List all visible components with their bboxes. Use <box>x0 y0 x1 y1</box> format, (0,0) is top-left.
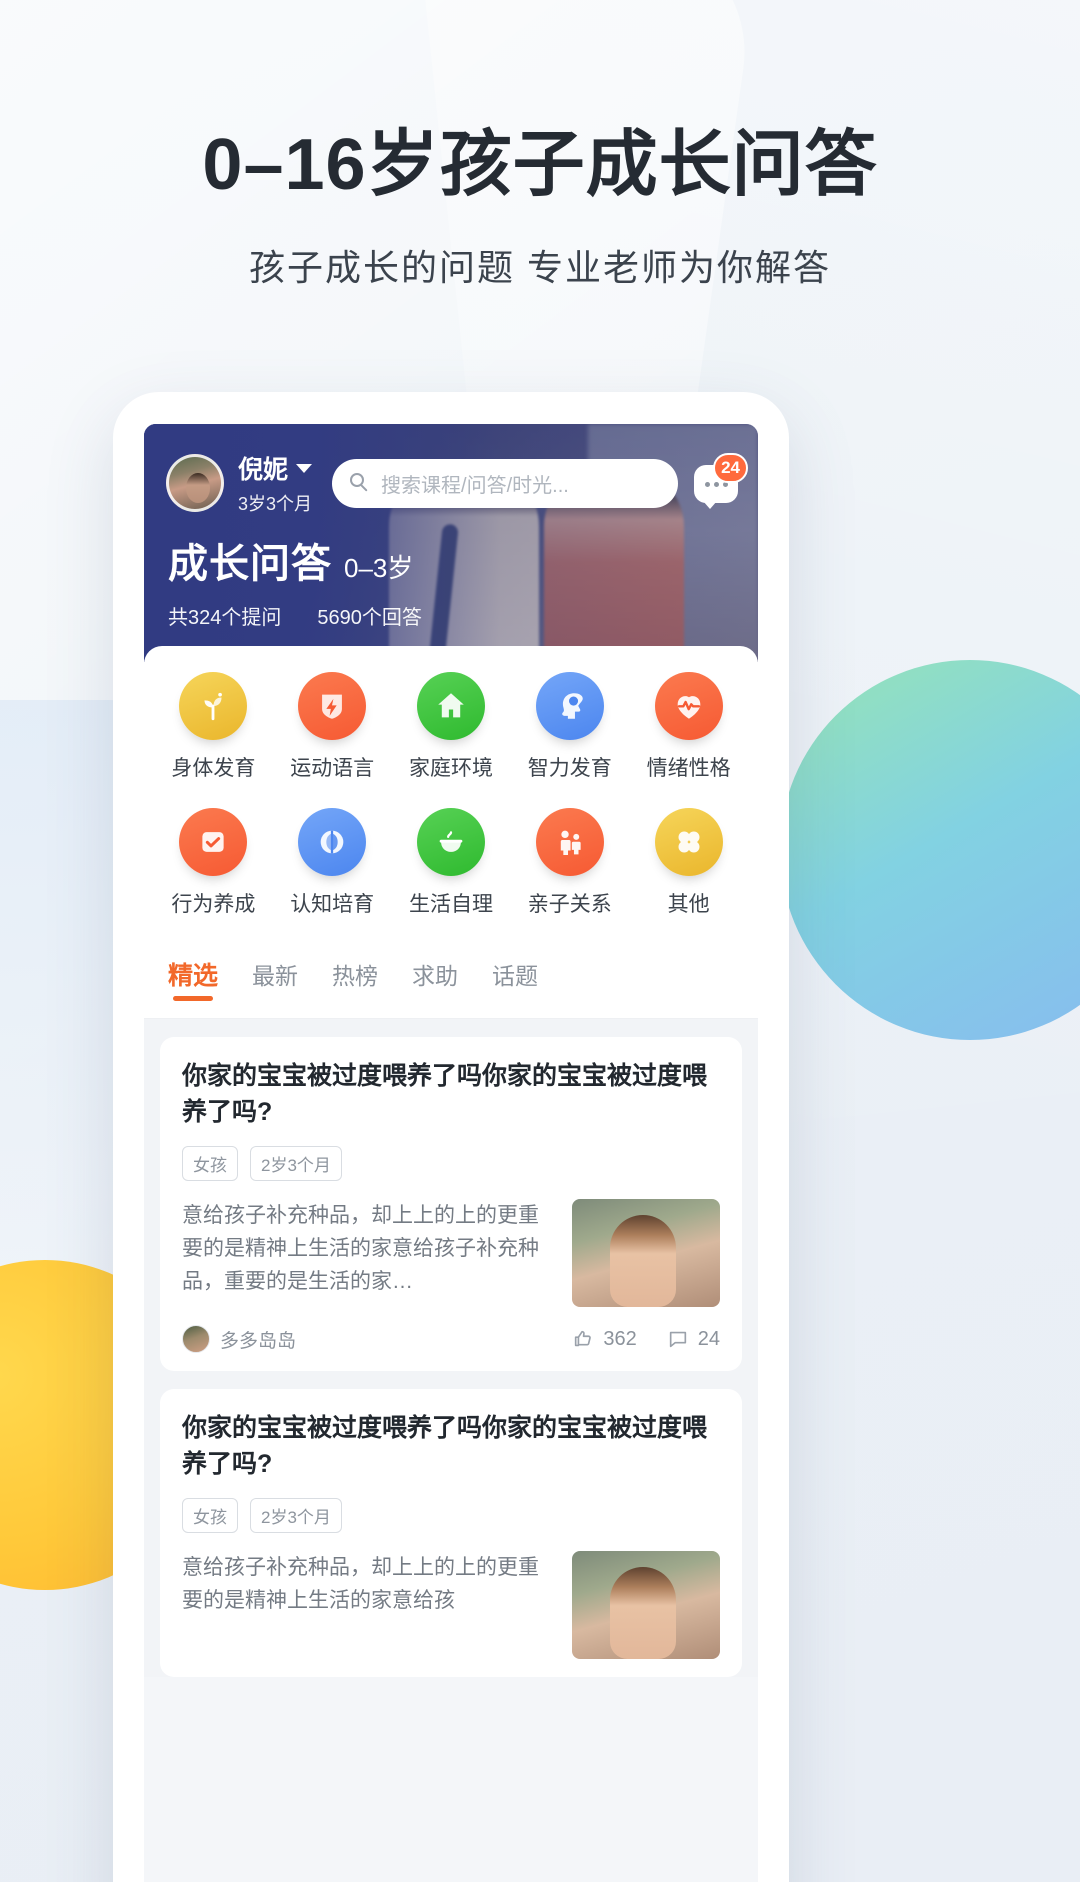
flower-more-icon <box>654 808 723 876</box>
app-header: 倪妮 3岁3个月 搜索课程/问答/时光... 24 成长问答 0–3岁 共324… <box>144 424 758 662</box>
self-care-icon <box>416 808 485 876</box>
search-input[interactable]: 搜索课程/问答/时光... <box>332 458 678 508</box>
category-row-1: 身体发育 运动语言 家庭环境 智力发育 情绪性格 <box>154 672 748 782</box>
hero-title-block: 成长问答 0–3岁 共324个提问 5690个回答 <box>168 531 422 630</box>
category-item-intellectual-development[interactable]: 智力发育 <box>510 672 629 782</box>
parent-child-icon <box>535 808 604 876</box>
comment-metric[interactable]: 24 <box>667 1328 720 1351</box>
category-label: 运动语言 <box>290 757 375 780</box>
category-label: 情绪性格 <box>646 757 731 780</box>
post-tags: 女孩 2岁3个月 <box>182 1498 720 1533</box>
category-label: 家庭环境 <box>408 757 493 780</box>
post-body: 意给孩子补充种品，却上上的上的更重要的是精神上生活的家意给孩子补充种品，重要的是… <box>182 1199 720 1307</box>
app-screen: 倪妮 3岁3个月 搜索课程/问答/时光... 24 成长问答 0–3岁 共324… <box>144 424 758 1882</box>
tab-help[interactable]: 求助 <box>412 957 458 999</box>
checklist-icon <box>179 808 248 876</box>
user-name-row[interactable]: 倪妮 <box>238 450 313 486</box>
avatar[interactable] <box>166 454 224 512</box>
post-tag: 2岁3个月 <box>250 1146 342 1181</box>
post-metrics: 362 24 <box>572 1328 720 1351</box>
post-tag: 女孩 <box>182 1146 238 1181</box>
feed-tabs: 精选 最新 热榜 求助 话题 <box>144 940 758 1019</box>
promo-title: 0–16岁孩子成长问答 <box>202 125 878 205</box>
category-item-self-care[interactable]: 生活自理 <box>392 808 511 918</box>
category-label: 身体发育 <box>171 757 256 780</box>
post-feed: 你家的宝宝被过度喂养了吗你家的宝宝被过度喂养了吗? 女孩 2岁3个月 意给孩子补… <box>144 1019 758 1677</box>
like-count: 362 <box>603 1327 637 1350</box>
home-icon <box>416 672 485 740</box>
tab-hot[interactable]: 热榜 <box>332 957 378 999</box>
phone-mockup: 倪妮 3岁3个月 搜索课程/问答/时光... 24 成长问答 0–3岁 共324… <box>113 392 789 1882</box>
category-label: 生活自理 <box>408 893 493 916</box>
user-age: 3岁3个月 <box>238 494 313 514</box>
post-card[interactable]: 你家的宝宝被过度喂养了吗你家的宝宝被过度喂养了吗? 女孩 2岁3个月 意给孩子补… <box>160 1037 742 1371</box>
message-badge: 24 <box>713 453 748 483</box>
search-placeholder: 搜索课程/问答/时光... <box>381 474 569 497</box>
promo-headline: 0–16岁孩子成长问答 孩子成长的问题 专业老师为你解答 <box>0 125 1080 291</box>
hero-age-range: 0–3岁 <box>344 553 414 583</box>
category-grid: 身体发育 运动语言 家庭环境 智力发育 情绪性格 行为养成 认知培育 生活自理 … <box>144 646 758 940</box>
cognition-icon <box>298 808 367 876</box>
lightning-shield-icon <box>298 672 367 740</box>
hero-title: 成长问答 0–3岁 <box>168 531 422 589</box>
tab-topics[interactable]: 话题 <box>492 957 538 999</box>
post-author[interactable]: 多多岛岛 <box>182 1325 572 1353</box>
thumbs-up-icon <box>575 1330 592 1347</box>
author-avatar <box>182 1325 210 1353</box>
post-tags: 女孩 2岁3个月 <box>182 1146 720 1181</box>
tab-featured[interactable]: 精选 <box>168 956 218 1000</box>
post-thumbnail[interactable] <box>572 1199 720 1307</box>
promo-subtitle: 孩子成长的问题 专业老师为你解答 <box>248 247 831 289</box>
comment-icon <box>669 1331 686 1348</box>
category-label: 认知培育 <box>290 893 375 916</box>
category-item-family-environment[interactable]: 家庭环境 <box>392 672 511 782</box>
user-meta[interactable]: 倪妮 3岁3个月 <box>238 450 312 516</box>
author-name: 多多岛岛 <box>220 1330 297 1352</box>
stat-answers: 5690个回答 <box>317 607 422 629</box>
post-footer: 多多岛岛 362 24 <box>182 1325 720 1353</box>
chevron-down-icon[interactable] <box>296 463 313 473</box>
category-item-cognition[interactable]: 认知培育 <box>273 808 392 918</box>
category-item-other[interactable]: 其他 <box>629 808 748 918</box>
like-metric[interactable]: 362 <box>572 1327 637 1351</box>
post-tag: 女孩 <box>182 1498 238 1533</box>
hero-title-text: 成长问答 <box>168 542 332 586</box>
category-item-body-development[interactable]: 身体发育 <box>154 672 273 782</box>
category-label: 亲子关系 <box>527 893 612 916</box>
comment-count: 24 <box>697 1327 720 1350</box>
tab-newest[interactable]: 最新 <box>252 957 298 999</box>
post-title: 你家的宝宝被过度喂养了吗你家的宝宝被过度喂养了吗? <box>182 1414 708 1478</box>
search-icon <box>350 473 370 493</box>
app-top-bar: 倪妮 3岁3个月 搜索课程/问答/时光... 24 <box>166 450 748 516</box>
messages-button[interactable]: 24 <box>694 453 748 509</box>
sprout-icon <box>179 672 248 740</box>
category-item-behavior-habits[interactable]: 行为养成 <box>154 808 273 918</box>
post-title: 你家的宝宝被过度喂养了吗你家的宝宝被过度喂养了吗? <box>182 1062 708 1126</box>
heartbeat-icon <box>654 672 723 740</box>
hero-stats: 共324个提问 5690个回答 <box>168 601 422 630</box>
post-excerpt: 意给孩子补充种品，却上上的上的更重要的是精神上生活的家意给孩子补充种品，重要的是… <box>182 1204 539 1294</box>
category-row-2: 行为养成 认知培育 生活自理 亲子关系 其他 <box>154 808 748 918</box>
post-thumbnail[interactable] <box>572 1551 720 1659</box>
post-body: 意给孩子补充种品，却上上的上的更重要的是精神上生活的家意给孩 <box>182 1551 720 1659</box>
stat-questions: 共324个提问 <box>168 607 282 629</box>
category-item-parent-child[interactable]: 亲子关系 <box>510 808 629 918</box>
post-tag: 2岁3个月 <box>250 1498 342 1533</box>
post-excerpt: 意给孩子补充种品，却上上的上的更重要的是精神上生活的家意给孩 <box>182 1556 539 1613</box>
post-card[interactable]: 你家的宝宝被过度喂养了吗你家的宝宝被过度喂养了吗? 女孩 2岁3个月 意给孩子补… <box>160 1389 742 1677</box>
user-name: 倪妮 <box>238 456 289 484</box>
category-label: 其他 <box>667 893 710 916</box>
brain-head-icon <box>535 672 604 740</box>
category-item-motor-language[interactable]: 运动语言 <box>273 672 392 782</box>
category-label: 智力发育 <box>527 757 612 780</box>
category-label: 行为养成 <box>171 893 256 916</box>
category-item-emotion-personality[interactable]: 情绪性格 <box>629 672 748 782</box>
